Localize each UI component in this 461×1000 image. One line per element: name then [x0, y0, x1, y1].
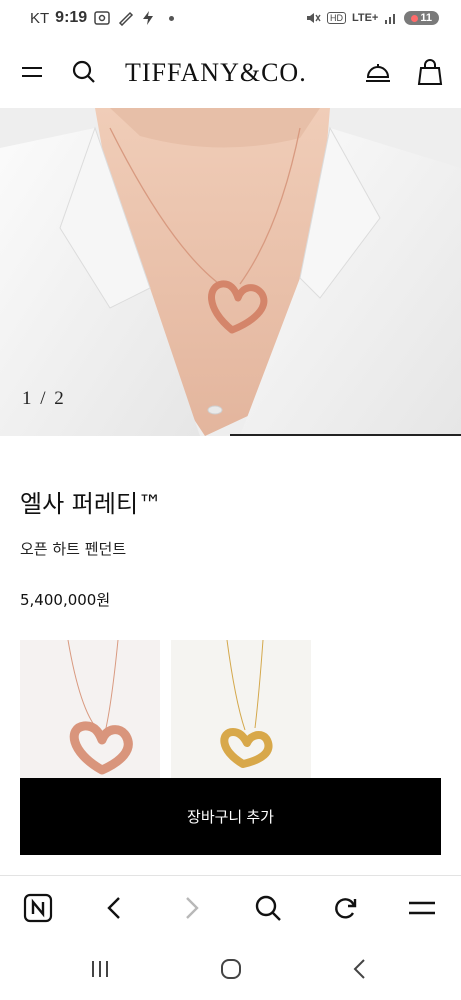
search-icon[interactable]: [250, 890, 286, 926]
status-right: HD LTE+ 11: [305, 11, 439, 25]
menu-icon[interactable]: [16, 54, 48, 90]
back-icon[interactable]: [96, 890, 132, 926]
site-header: TIFFANY&CO.: [0, 36, 461, 108]
search-icon[interactable]: [68, 54, 100, 90]
recents-icon[interactable]: [80, 954, 120, 984]
slide-progress-bar: [230, 434, 461, 436]
network-type: LTE+: [351, 12, 379, 24]
carrier-label: KT: [30, 9, 50, 27]
back-icon[interactable]: [340, 954, 380, 984]
variant-rose-gold[interactable]: [20, 640, 160, 780]
battery-indicator: 11: [404, 11, 439, 25]
product-hero-image[interactable]: [0, 108, 461, 436]
browser-toolbar: [0, 875, 461, 939]
variant-yellow-gold[interactable]: [171, 640, 311, 780]
shopping-bag-icon[interactable]: [414, 54, 446, 90]
notification-dot: [169, 15, 175, 21]
system-navigation-bar: [0, 940, 461, 1000]
refresh-icon[interactable]: [327, 890, 363, 926]
slide-counter: 1 / 2: [22, 388, 66, 409]
clock: 9:19: [55, 9, 88, 26]
home-icon[interactable]: [211, 954, 251, 984]
product-description: 오픈 하트 펜던트: [20, 540, 127, 558]
screenshot-icon: [94, 11, 110, 25]
battery-level: 11: [420, 12, 432, 24]
status-left: KT 9:19: [30, 9, 175, 27]
concierge-bell-icon[interactable]: [362, 54, 394, 90]
forward-icon[interactable]: [174, 890, 210, 926]
naver-icon[interactable]: [20, 890, 56, 926]
status-bar: KT 9:19 HD LTE+ 11: [0, 0, 461, 36]
hero-illustration: [0, 108, 461, 436]
pen-icon: [119, 11, 134, 26]
hd-badge: HD: [326, 12, 346, 24]
brand-logo[interactable]: TIFFANY&CO.: [125, 58, 307, 88]
mute-icon: [306, 13, 321, 23]
product-name: 엘사 퍼레티™: [20, 490, 163, 518]
add-to-cart-button[interactable]: 장바구니 추가: [20, 778, 441, 855]
product-price: 5,400,000원: [20, 591, 111, 609]
signal-icon: [385, 14, 396, 24]
bolt-icon: [143, 11, 154, 25]
menu-icon[interactable]: [404, 890, 440, 926]
variant-swatches: [20, 640, 311, 780]
